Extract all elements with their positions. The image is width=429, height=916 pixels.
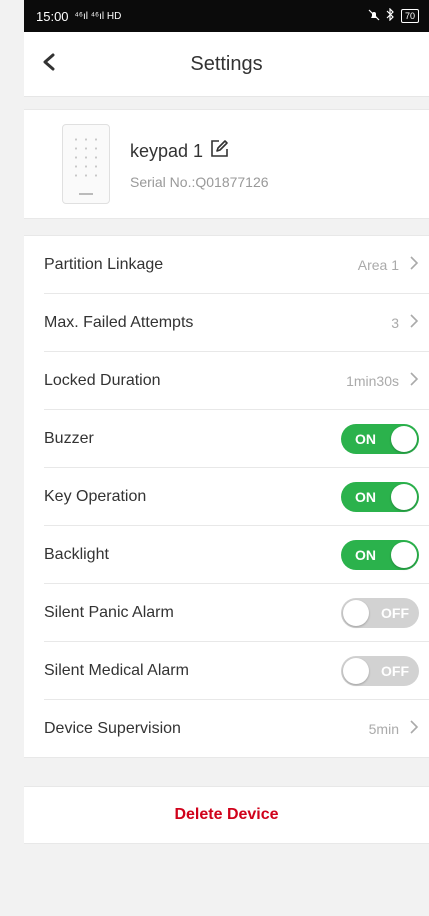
- device-name-row: keypad 1: [130, 139, 269, 164]
- setting-row-key-operation: Key Operation ON: [44, 468, 429, 526]
- setting-row-silent-medical-alarm: Silent Medical Alarm OFF: [44, 642, 429, 700]
- setting-value-group: Area 1: [358, 256, 419, 273]
- setting-row-backlight: Backlight ON: [44, 526, 429, 584]
- setting-row-partition-linkage[interactable]: Partition Linkage Area 1: [44, 236, 429, 294]
- page-title: Settings: [190, 52, 263, 75]
- setting-label: Locked Duration: [44, 371, 161, 389]
- setting-row-buzzer: Buzzer ON: [44, 410, 429, 468]
- toggle-state: ON: [355, 546, 376, 563]
- status-left: 15:00 ⁴⁶ıl ⁴⁶ıl HD: [36, 9, 121, 24]
- buzzer-toggle[interactable]: ON: [341, 423, 419, 454]
- toggle-state: OFF: [381, 662, 409, 679]
- setting-value: 3: [391, 314, 399, 331]
- phone-screen: 15:00 ⁴⁶ıl ⁴⁶ıl HD 70 Settings keypad 1: [24, 0, 429, 916]
- toggle-state: ON: [355, 488, 376, 505]
- chevron-right-icon: [409, 720, 419, 737]
- nav-bar: Settings: [24, 32, 429, 97]
- status-bar: 15:00 ⁴⁶ıl ⁴⁶ıl HD 70: [24, 0, 429, 32]
- battery-icon: 70: [400, 9, 419, 23]
- setting-label: Device Supervision: [44, 719, 181, 737]
- delete-device-button[interactable]: Delete Device: [24, 786, 429, 844]
- chevron-right-icon: [409, 256, 419, 273]
- setting-value: 5min: [368, 720, 399, 737]
- chevron-left-icon[interactable]: [38, 50, 64, 76]
- setting-label: Backlight: [44, 545, 109, 563]
- signal-icon: ⁴⁶ıl ⁴⁶ıl HD: [74, 10, 122, 22]
- toggle-knob: [343, 657, 369, 684]
- serial-number: Serial No.:Q01877126: [130, 173, 269, 190]
- status-right: 70: [368, 7, 419, 24]
- toggle-knob: [391, 425, 417, 452]
- status-time: 15:00: [36, 8, 69, 24]
- chevron-right-icon: [409, 314, 419, 331]
- toggle-knob: [343, 599, 369, 626]
- setting-label: Key Operation: [44, 487, 147, 505]
- settings-list: Partition Linkage Area 1 Max. Failed Att…: [24, 235, 429, 758]
- setting-row-silent-panic-alarm: Silent Panic Alarm OFF: [44, 584, 429, 642]
- toggle-state: ON: [355, 430, 376, 447]
- silent-medical-alarm-toggle[interactable]: OFF: [341, 655, 419, 686]
- device-name: keypad 1: [130, 140, 204, 161]
- device-info: keypad 1 Serial No.:Q01877126: [130, 139, 269, 190]
- backlight-toggle[interactable]: ON: [341, 539, 419, 570]
- silent-panic-alarm-toggle[interactable]: OFF: [341, 597, 419, 628]
- key-operation-toggle[interactable]: ON: [341, 481, 419, 512]
- edit-icon[interactable]: [209, 139, 229, 164]
- setting-value-group: 1min30s: [346, 372, 419, 389]
- setting-row-device-supervision[interactable]: Device Supervision 5min: [44, 700, 429, 757]
- setting-value-group: 5min: [369, 720, 419, 737]
- toggle-state: OFF: [381, 604, 409, 621]
- toggle-knob: [391, 541, 417, 568]
- chevron-right-icon: [409, 372, 419, 389]
- setting-label: Silent Medical Alarm: [44, 661, 189, 679]
- bell-off-icon: [368, 9, 380, 24]
- toggle-knob: [391, 483, 417, 510]
- bluetooth-icon: [386, 7, 395, 24]
- setting-value: 1min30s: [346, 372, 399, 389]
- setting-label: Partition Linkage: [44, 255, 164, 273]
- setting-row-max-failed-attempts[interactable]: Max. Failed Attempts 3: [44, 294, 429, 352]
- keypad-device-image: [62, 124, 110, 204]
- setting-row-locked-duration[interactable]: Locked Duration 1min30s: [44, 352, 429, 410]
- setting-label: Max. Failed Attempts: [44, 313, 194, 331]
- setting-label: Silent Panic Alarm: [44, 603, 174, 621]
- setting-value-group: 3: [391, 314, 419, 331]
- delete-device-label: Delete Device: [174, 806, 279, 823]
- setting-label: Buzzer: [44, 429, 94, 447]
- device-card: keypad 1 Serial No.:Q01877126: [24, 109, 429, 219]
- setting-value: Area 1: [357, 256, 399, 273]
